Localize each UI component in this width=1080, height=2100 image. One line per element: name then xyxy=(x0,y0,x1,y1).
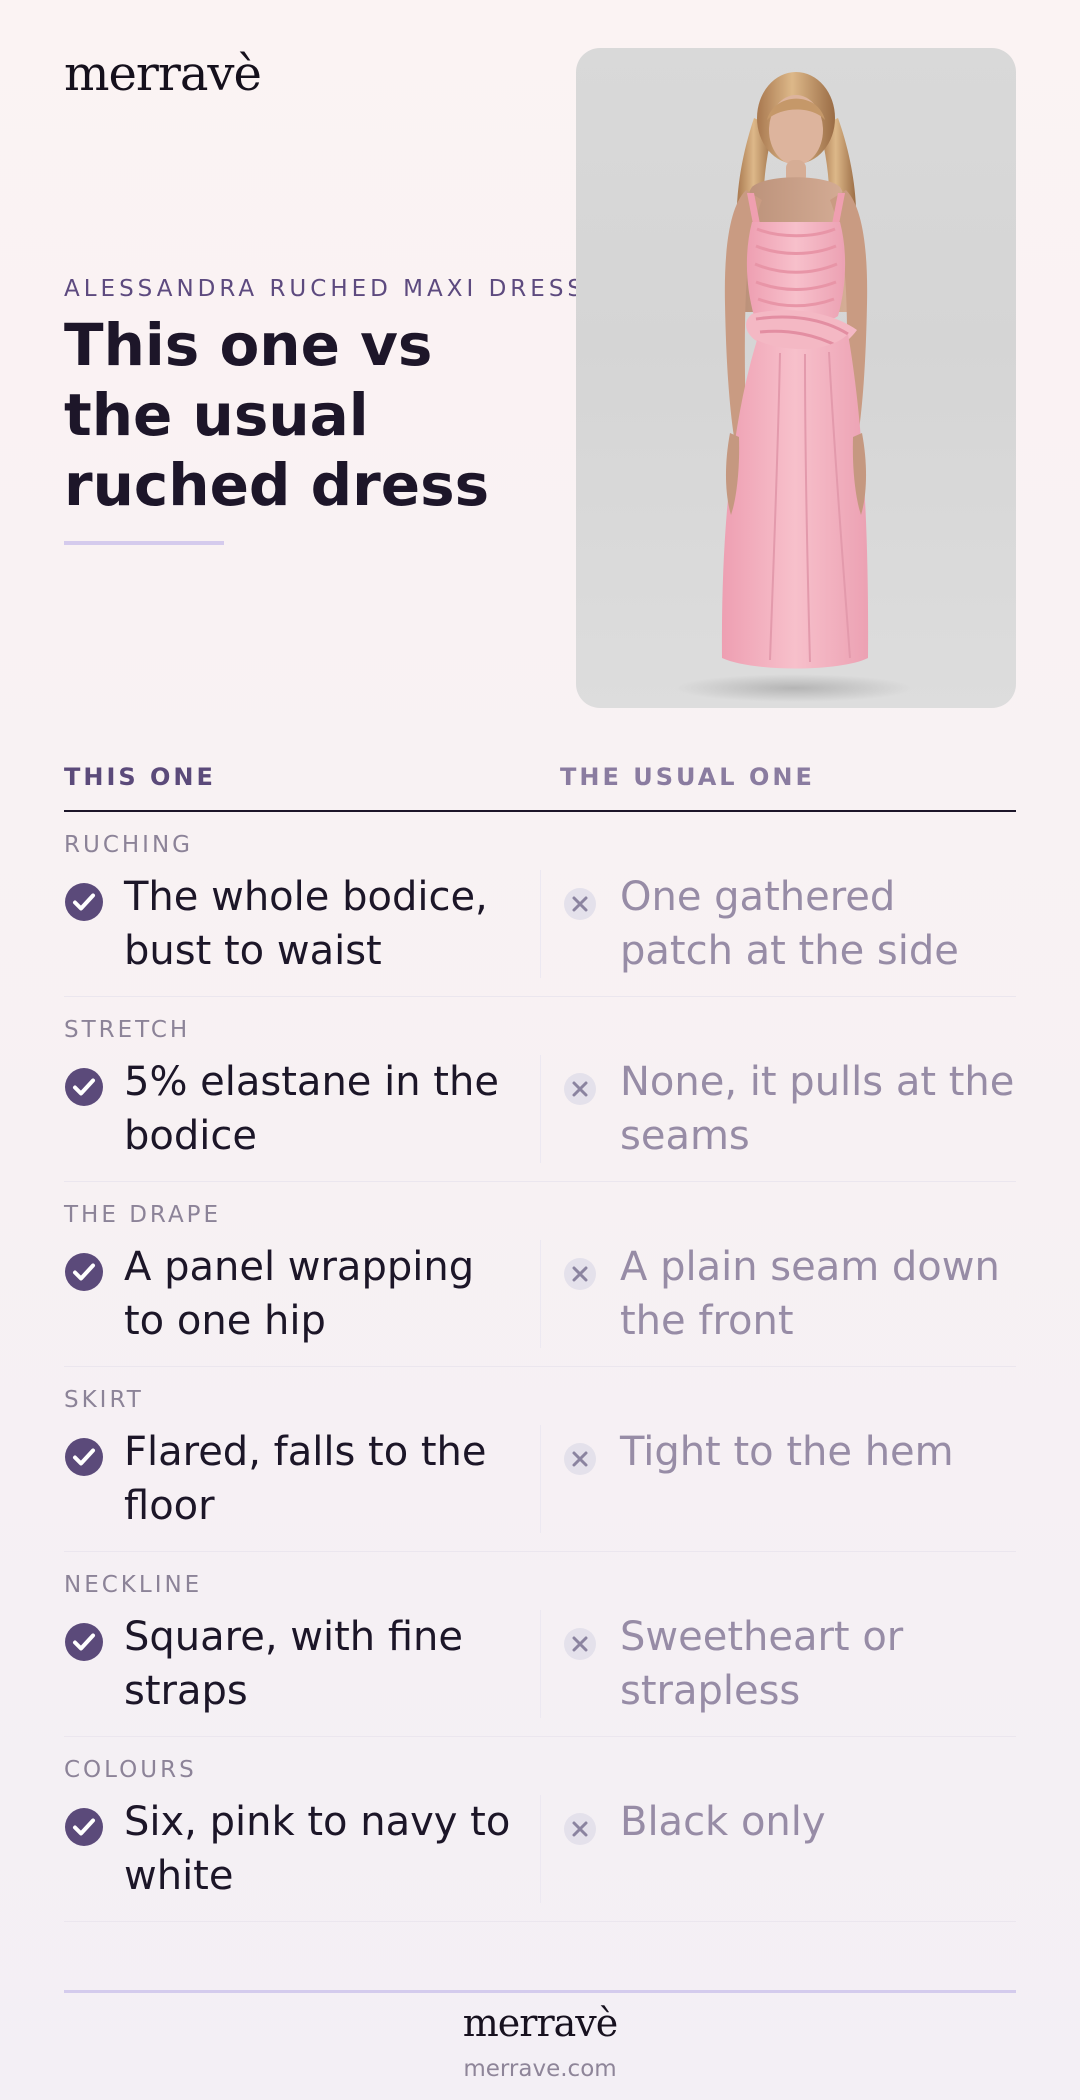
x-circle-icon xyxy=(560,1254,600,1294)
row-divider xyxy=(540,1425,541,1533)
usual-one-feature: Tight to the hem xyxy=(620,1429,954,1475)
row-label: RUCHING xyxy=(64,832,193,858)
comparison-header: THIS ONE THE USUAL ONE xyxy=(64,760,1016,812)
check-circle-icon xyxy=(64,1437,104,1477)
comparison-row-skirt: SKIRT Flared, falls to the floor Tight t… xyxy=(64,1367,1016,1552)
usual-one-feature: Black only xyxy=(620,1799,826,1845)
comparison-row-stretch: STRETCH 5% elastane in the bodice None, … xyxy=(64,997,1016,1182)
product-image xyxy=(576,48,1016,708)
check-circle-icon xyxy=(64,1252,104,1292)
product-name: ALESSANDRA RUCHED MAXI DRESS xyxy=(64,276,587,302)
this-one-heading: THIS ONE xyxy=(64,763,216,791)
title-divider xyxy=(64,541,224,545)
x-circle-icon xyxy=(560,884,600,924)
row-divider xyxy=(540,1610,541,1718)
usual-one-feature: None, it pulls at the seams xyxy=(620,1059,1015,1159)
x-circle-icon xyxy=(560,1624,600,1664)
x-circle-icon xyxy=(560,1069,600,1109)
usual-one-feature: A plain seam down the front xyxy=(620,1244,1000,1344)
brand-logo[interactable]: merravè xyxy=(64,50,262,98)
check-circle-icon xyxy=(64,1622,104,1662)
this-one-feature: Flared, falls to the floor xyxy=(124,1429,487,1529)
row-divider xyxy=(540,1795,541,1903)
footer-url[interactable]: merrave.com xyxy=(0,2058,1080,2081)
page-title: This one vs the usual ruched dress xyxy=(64,311,490,519)
dress-illustration xyxy=(674,72,914,702)
comparison-row-neckline: NECKLINE Square, with fine straps Sweeth… xyxy=(64,1552,1016,1737)
this-one-feature: A panel wrapping to one hip xyxy=(124,1244,475,1344)
comparison-row-ruching: RUCHING The whole bodice, bust to waist … xyxy=(64,812,1016,997)
check-circle-icon xyxy=(64,882,104,922)
comparison-table: RUCHING The whole bodice, bust to waist … xyxy=(64,812,1016,1922)
x-circle-icon xyxy=(560,1439,600,1479)
check-circle-icon xyxy=(64,1067,104,1107)
footer-brand-logo[interactable]: merravè xyxy=(0,2004,1080,2042)
this-one-feature: 5% elastane in the bodice xyxy=(124,1059,499,1159)
usual-one-heading: THE USUAL ONE xyxy=(560,763,815,791)
row-divider xyxy=(540,1055,541,1163)
this-one-feature: Square, with fine straps xyxy=(124,1614,463,1714)
usual-one-feature: Sweetheart or strapless xyxy=(620,1614,904,1714)
row-label: SKIRT xyxy=(64,1387,144,1413)
this-one-feature: Six, pink to navy to white xyxy=(124,1799,511,1899)
row-label: STRETCH xyxy=(64,1017,191,1043)
check-circle-icon xyxy=(64,1807,104,1847)
comparison-row-colours: COLOURS Six, pink to navy to white Black… xyxy=(64,1737,1016,1922)
x-circle-icon xyxy=(560,1809,600,1849)
footer-divider xyxy=(64,1990,1016,1993)
row-label: NECKLINE xyxy=(64,1572,203,1598)
this-one-feature: The whole bodice, bust to waist xyxy=(124,874,488,974)
row-divider xyxy=(540,870,541,978)
row-label: COLOURS xyxy=(64,1757,197,1783)
row-divider xyxy=(540,1240,541,1348)
row-label: THE DRAPE xyxy=(64,1202,222,1228)
comparison-row-drape: THE DRAPE A panel wrapping to one hip A … xyxy=(64,1182,1016,1367)
usual-one-feature: One gathered patch at the side xyxy=(620,874,959,974)
